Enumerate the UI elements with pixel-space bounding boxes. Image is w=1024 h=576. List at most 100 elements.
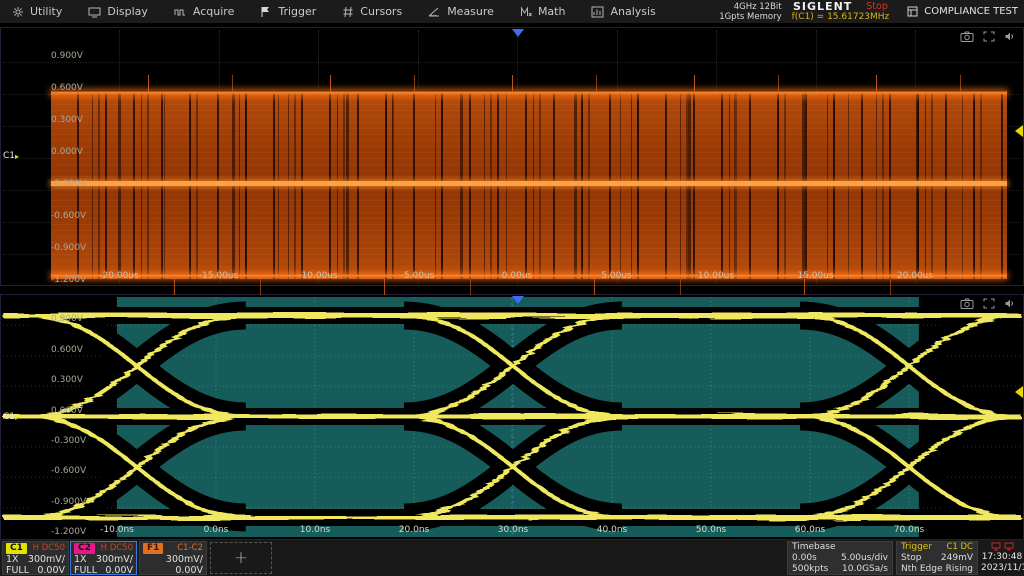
c1-marker-label: C1 (3, 151, 15, 161)
math-icon (520, 6, 532, 18)
x-tick-label: -10.0ns (87, 525, 147, 535)
gear-icon (12, 6, 24, 18)
menu-cursors[interactable]: Cursors (330, 0, 416, 24)
y-tick-label: 0.000V (51, 147, 83, 157)
menu-utility[interactable]: Utility (0, 0, 76, 24)
status-bar: C1H DC50 1X300mV/ FULL0.00V C2H DC50 1X3… (0, 540, 1024, 576)
y-tick-label: -0.300V (51, 436, 86, 446)
marker-arrow-icon: ▸ (15, 152, 19, 161)
y-tick-label: -0.900V (51, 497, 86, 507)
x-tick-label: 15.00us (786, 271, 846, 281)
trigger-position-marker[interactable] (512, 29, 524, 37)
display-icon (88, 6, 101, 18)
f1-scale: 300mV/ (166, 554, 203, 565)
x-tick-label: 30.0ns (483, 525, 543, 535)
plus-icon: + (234, 548, 248, 568)
audio-icon[interactable] (1004, 298, 1015, 309)
audio-icon[interactable] (1004, 31, 1015, 42)
menu-measure[interactable]: Measure (416, 0, 508, 24)
x-tick-label: 10.00us (686, 271, 746, 281)
c1-marker-label: C1 (3, 412, 15, 422)
trigger-position-marker[interactable] (512, 296, 524, 304)
lan-icon (991, 542, 1001, 551)
system-info: 4GHz 12Bit 1Gpts Memory (719, 2, 781, 22)
waveform-top-rail (51, 90, 1007, 96)
expand-icon[interactable] (983, 31, 995, 42)
y-tick-label: -0.300V (51, 179, 86, 189)
y-tick-label: 0.600V (51, 83, 83, 93)
trigger-box[interactable]: TriggerC1 DC Stop249mV Nth EdgeRising (896, 541, 978, 575)
c2-bwlimit: FULL (74, 565, 97, 576)
lan-icon (1004, 542, 1014, 551)
menu-trigger[interactable]: Trigger (248, 0, 330, 24)
channel-box-f1[interactable]: F1C1-C2 300mV/ 0.00V (139, 541, 207, 575)
trigger-level-marker[interactable] (1015, 125, 1023, 137)
clock-box[interactable]: 17:30:48 2023/11/1 (981, 541, 1023, 575)
x-tick-label: 40.0ns (582, 525, 642, 535)
c1-offset: 0.00V (37, 565, 65, 576)
menu-analysis[interactable]: Analysis (579, 0, 669, 24)
cursors-icon (342, 6, 354, 18)
menu-label: Trigger (278, 5, 316, 18)
c1-coupling: H DC50 (33, 543, 65, 554)
timebase-scale: 5.00us/div (841, 553, 888, 564)
trigger-level: 249mV (941, 553, 973, 564)
channel-box-c2[interactable]: C2H DC50 1X300mV/ FULL0.00V (70, 541, 137, 575)
timebase-delay: 0.00s (792, 553, 817, 564)
trigger-type: Nth Edge (901, 564, 942, 575)
plot-toolbar (960, 31, 1015, 42)
menu-label: Display (107, 5, 148, 18)
clock-time: 17:30:48 (981, 552, 1023, 563)
compliance-app-button[interactable]: COMPLIANCE TEST (899, 6, 1018, 17)
menu-acquire[interactable]: Acquire (162, 0, 248, 24)
c2-coupling: H DC50 (101, 543, 133, 554)
x-tick-label: 60.0ns (780, 525, 840, 535)
x-tick-label: -10.00us (288, 271, 348, 281)
c1-bwlimit: FULL (6, 565, 29, 576)
x-tick-label: -15.00us (189, 271, 249, 281)
menu-label: Analysis (610, 5, 655, 18)
oscilloscope-screen: Utility Display Acquire Trigger Cursors … (0, 0, 1024, 576)
menu-label: Acquire (193, 5, 234, 18)
menu-math[interactable]: Math (508, 0, 580, 24)
y-tick-label: -0.600V (51, 211, 86, 221)
camera-icon[interactable] (960, 298, 974, 309)
network-status (981, 541, 1023, 552)
add-trace-button[interactable]: + (210, 542, 272, 574)
timebase-rate: 10.0GSa/s (842, 564, 888, 575)
brand-block: SIGLENT Stop f(C1) = 15.61723MHz (792, 1, 890, 23)
waveform-overshoot-bottom (51, 279, 1007, 295)
timebase-box[interactable]: Timebase 0.00s5.00us/div 500kpts10.0GSa/… (787, 541, 893, 575)
c1-offset-marker[interactable]: C1▸ (3, 151, 19, 161)
y-tick-label: 0.000V (51, 406, 83, 416)
trigger-level-marker[interactable] (1015, 386, 1023, 398)
menu-bar-right: 4GHz 12Bit 1Gpts Memory SIGLENT Stop f(C… (719, 1, 1024, 23)
y-tick-label: -1.200V (51, 275, 86, 285)
y-tick-label: -1.200V (51, 527, 86, 537)
gridline (3, 62, 1021, 63)
menu-display[interactable]: Display (76, 0, 162, 24)
camera-icon[interactable] (960, 31, 974, 42)
c2-badge: C2 (74, 543, 95, 554)
clock-date: 2023/11/1 (981, 563, 1023, 574)
eye-diagram-canvas (1, 295, 1023, 539)
channel-box-c1[interactable]: C1H DC50 1X300mV/ FULL0.00V (2, 541, 69, 575)
acquisition-status[interactable]: Stop (866, 1, 888, 12)
measure-icon (428, 6, 441, 18)
x-tick-label: 0.0ns (186, 525, 246, 535)
waveform-record-plot: C1▸ -20.00us-15.00us-10.00us-5.00us0.00u… (0, 27, 1024, 286)
x-tick-label: 20.0ns (384, 525, 444, 535)
expand-icon[interactable] (983, 298, 995, 309)
c1-offset-marker[interactable]: C1▸ (3, 412, 19, 422)
plot-toolbar (960, 298, 1015, 309)
x-tick-label: 5.00us (587, 271, 647, 281)
eye-diagram-plot: C1▸ -10.0ns0.0ns10.0ns20.0ns30.0ns40.0ns… (0, 294, 1024, 540)
trigger-title: Trigger (901, 542, 932, 553)
menu-label: Utility (30, 5, 62, 18)
timebase-points: 500kpts (792, 564, 828, 575)
y-tick-label: 0.900V (51, 51, 83, 61)
trigger-flag-icon (260, 6, 272, 18)
f1-source: C1-C2 (177, 543, 203, 554)
menu-label: Cursors (360, 5, 402, 18)
waveform-overshoot-top (51, 75, 1007, 91)
